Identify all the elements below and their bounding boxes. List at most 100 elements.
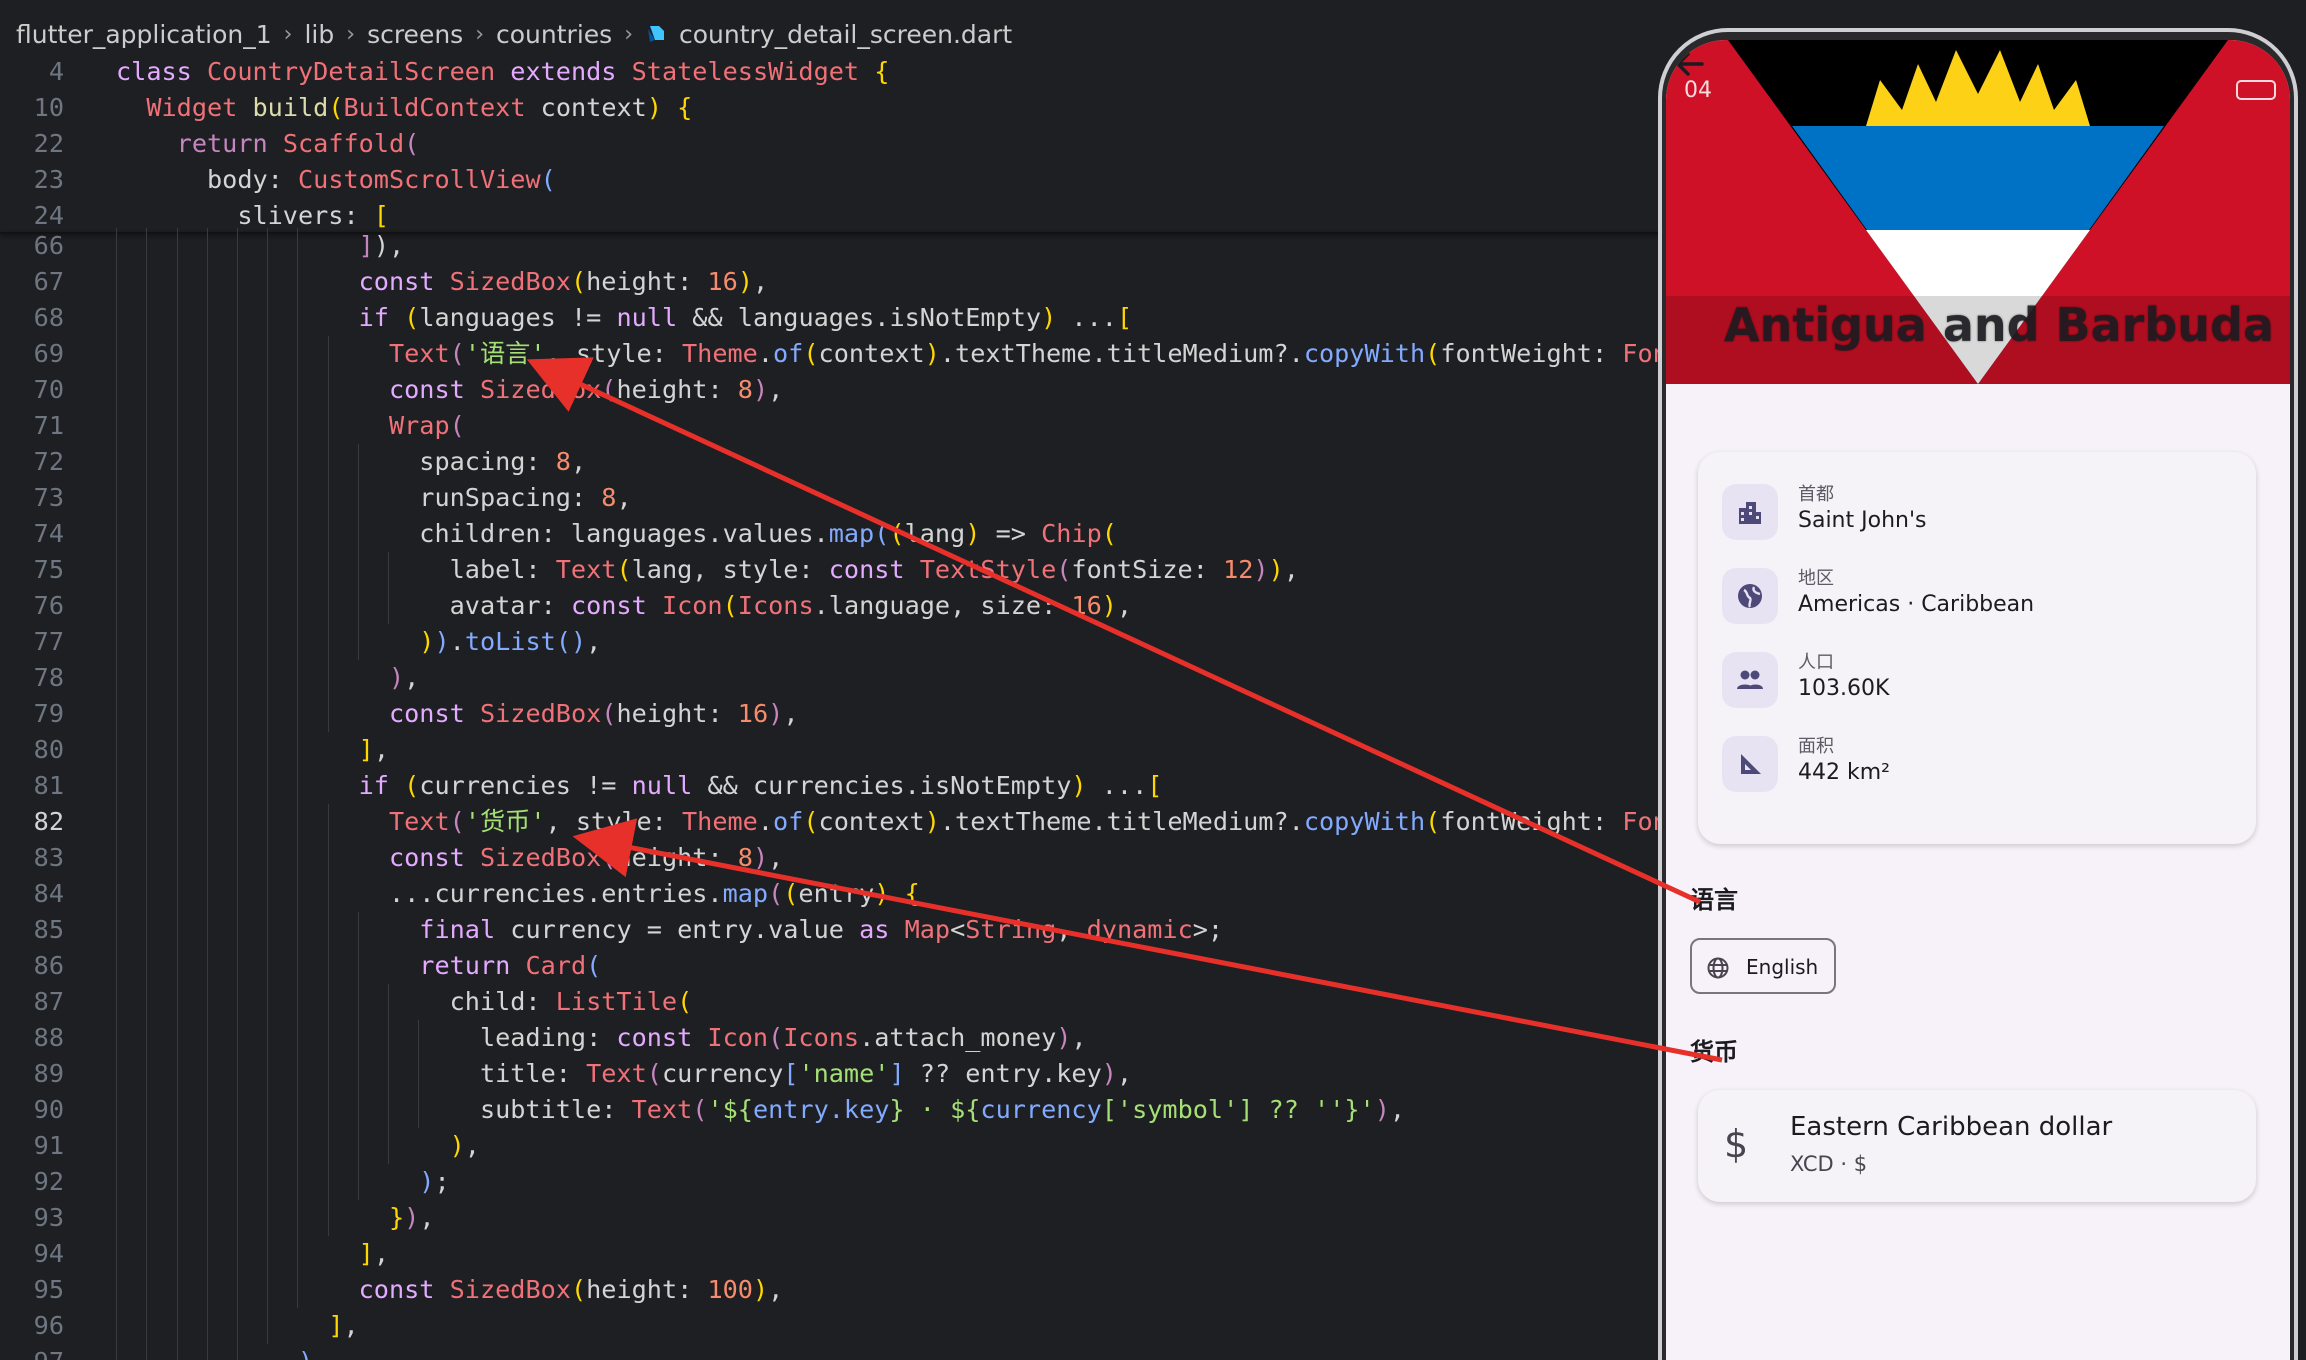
language-chip-label: English bbox=[1746, 955, 1819, 979]
code-line[interactable]: 89 title: Text(currency['name'] ?? entry… bbox=[0, 1056, 1660, 1092]
code-line[interactable]: 83 const SizedBox(height: 8), bbox=[0, 840, 1660, 876]
code-text[interactable]: ]), bbox=[116, 228, 405, 264]
code-line[interactable]: 81 if (currencies != null && currencies.… bbox=[0, 768, 1660, 804]
code-line[interactable]: 96 ], bbox=[0, 1308, 1660, 1344]
code-text[interactable]: runSpacing: 8, bbox=[116, 480, 631, 516]
code-text[interactable]: title: Text(currency['name'] ?? entry.ke… bbox=[116, 1056, 1132, 1092]
code-text[interactable]: ), bbox=[116, 1344, 328, 1360]
currency-card[interactable]: $ Eastern Caribbean dollar XCD · $ bbox=[1698, 1090, 2256, 1202]
code-line[interactable]: 76 avatar: const Icon(Icons.language, si… bbox=[0, 588, 1660, 624]
code-text[interactable]: spacing: 8, bbox=[116, 444, 586, 480]
sticky-line[interactable]: 22 return Scaffold( bbox=[0, 126, 1660, 162]
line-number: 93 bbox=[33, 1203, 64, 1232]
code-text[interactable]: body: CustomScrollView( bbox=[116, 162, 556, 198]
code-text[interactable]: label: Text(lang, style: const TextStyle… bbox=[116, 552, 1299, 588]
line-number: 84 bbox=[33, 879, 64, 908]
code-text[interactable]: const SizedBox(height: 100), bbox=[116, 1272, 784, 1308]
code-line[interactable]: 70 const SizedBox(height: 8), bbox=[0, 372, 1660, 408]
chevron-right-icon: › bbox=[475, 21, 485, 47]
code-line[interactable]: 68 if (languages != null && languages.is… bbox=[0, 300, 1660, 336]
sticky-line[interactable]: 10 Widget build(BuildContext context) { bbox=[0, 90, 1660, 126]
code-line[interactable]: 79 const SizedBox(height: 16), bbox=[0, 696, 1660, 732]
code-text[interactable]: if (currencies != null && currencies.isN… bbox=[116, 768, 1163, 804]
code-text[interactable]: }), bbox=[116, 1200, 435, 1236]
sticky-line[interactable]: 4 class CountryDetailScreen extends State… bbox=[0, 54, 1660, 90]
code-text[interactable]: if (languages != null && languages.isNot… bbox=[116, 300, 1132, 336]
line-number: 82 bbox=[33, 807, 64, 836]
code-text[interactable]: ), bbox=[116, 1128, 480, 1164]
code-text[interactable]: avatar: const Icon(Icons.language, size:… bbox=[116, 588, 1132, 624]
code-editor[interactable]: flutter_application_1 › lib › screens › … bbox=[0, 0, 1680, 1360]
code-text[interactable]: ], bbox=[116, 732, 389, 768]
code-line[interactable]: 85 final currency = entry.value as Map<S… bbox=[0, 912, 1660, 948]
currency-subtitle: XCD · $ bbox=[1790, 1152, 1868, 1176]
line-number: 4 bbox=[48, 57, 64, 86]
code-text[interactable]: Widget build(BuildContext context) { bbox=[116, 90, 692, 126]
code-text[interactable]: const SizedBox(height: 16), bbox=[116, 696, 799, 732]
code-line[interactable]: 67 const SizedBox(height: 16), bbox=[0, 264, 1660, 300]
code-line[interactable]: 91 ), bbox=[0, 1128, 1660, 1164]
line-number: 96 bbox=[33, 1311, 64, 1340]
code-text[interactable]: return Card( bbox=[116, 948, 601, 984]
code-text[interactable]: ], bbox=[116, 1236, 389, 1272]
code-line[interactable]: 82 Text('货币', style: Theme.of(context).t… bbox=[0, 804, 1660, 840]
code-text[interactable]: class CountryDetailScreen extends Statel… bbox=[116, 54, 889, 90]
language-chip[interactable]: English bbox=[1690, 938, 1836, 994]
code-text[interactable]: const SizedBox(height: 16), bbox=[116, 264, 769, 300]
code-line[interactable]: 78 ), bbox=[0, 660, 1660, 696]
code-line[interactable]: 69 Text('语言', style: Theme.of(context).t… bbox=[0, 336, 1660, 372]
code-line[interactable]: 94 ], bbox=[0, 1236, 1660, 1272]
code-text[interactable]: ...currencies.entries.map((entry) { bbox=[116, 876, 920, 912]
code-line[interactable]: 73 runSpacing: 8, bbox=[0, 480, 1660, 516]
code-text[interactable]: const SizedBox(height: 8), bbox=[116, 840, 783, 876]
code-text[interactable]: Wrap( bbox=[116, 408, 465, 444]
code-line[interactable]: 92 ); bbox=[0, 1164, 1660, 1200]
area-icon bbox=[1722, 736, 1778, 792]
code-line[interactable]: 87 child: ListTile( bbox=[0, 984, 1660, 1020]
line-number: 85 bbox=[33, 915, 64, 944]
code-text[interactable]: ); bbox=[116, 1164, 449, 1200]
code-text[interactable]: leading: const Icon(Icons.attach_money), bbox=[116, 1020, 1087, 1056]
code-text[interactable]: child: ListTile( bbox=[116, 984, 693, 1020]
breadcrumb-item-file[interactable]: country_detail_screen.dart bbox=[679, 20, 1012, 49]
code-text[interactable]: Text('语言', style: Theme.of(context).text… bbox=[116, 336, 1660, 372]
people-icon bbox=[1722, 652, 1778, 708]
code-line[interactable]: 90 subtitle: Text('${entry.key} · ${curr… bbox=[0, 1092, 1660, 1128]
code-text[interactable]: ), bbox=[116, 660, 419, 696]
phone-screen[interactable]: 04 Antigua and Barbuda 首都 Saint John's 地… bbox=[1666, 40, 2290, 1360]
country-title: Antigua and Barbuda bbox=[1723, 298, 2274, 352]
code-text[interactable]: )).toList(), bbox=[116, 624, 601, 660]
code-line[interactable]: 86 return Card( bbox=[0, 948, 1660, 984]
breadcrumb-item-project[interactable]: flutter_application_1 bbox=[16, 20, 272, 49]
code-line[interactable]: 72 spacing: 8, bbox=[0, 444, 1660, 480]
code-text[interactable]: final currency = entry.value as Map<Stri… bbox=[116, 912, 1223, 948]
line-number: 97 bbox=[0, 1344, 64, 1360]
line-number: 90 bbox=[33, 1095, 64, 1124]
breadcrumb-item-countries[interactable]: countries bbox=[496, 20, 612, 49]
code-text[interactable]: subtitle: Text('${entry.key} · ${currenc… bbox=[116, 1092, 1405, 1128]
code-text[interactable]: Text('货币', style: Theme.of(context).text… bbox=[116, 804, 1660, 840]
code-line[interactable]: 74 children: languages.values.map((lang)… bbox=[0, 516, 1660, 552]
info-row-population: 人口 103.60K bbox=[1722, 646, 2232, 716]
code-line[interactable]: 71 Wrap( bbox=[0, 408, 1660, 444]
code-line[interactable]: 93 }), bbox=[0, 1200, 1660, 1236]
breadcrumb-item-lib[interactable]: lib bbox=[304, 20, 334, 49]
line-number: 92 bbox=[33, 1167, 64, 1196]
chevron-right-icon: › bbox=[346, 21, 356, 47]
code-line[interactable]: 77 )).toList(), bbox=[0, 624, 1660, 660]
breadcrumb-item-screens[interactable]: screens bbox=[367, 20, 463, 49]
code-text[interactable]: return Scaffold( bbox=[116, 126, 420, 162]
code-text[interactable]: children: languages.values.map((lang) =>… bbox=[116, 516, 1117, 552]
code-text[interactable]: ], bbox=[116, 1308, 358, 1344]
code-line[interactable]: 84 ...currencies.entries.map((entry) { bbox=[0, 876, 1660, 912]
code-line[interactable]: 75 label: Text(lang, style: const TextSt… bbox=[0, 552, 1660, 588]
code-line[interactable]: 66 ]), bbox=[0, 228, 1660, 264]
code-text[interactable]: const SizedBox(height: 8), bbox=[116, 372, 783, 408]
sticky-line[interactable]: 23 body: CustomScrollView( bbox=[0, 162, 1660, 198]
code-line[interactable]: 80 ], bbox=[0, 732, 1660, 768]
code-line[interactable]: 88 leading: const Icon(Icons.attach_mone… bbox=[0, 1020, 1660, 1056]
code-line[interactable]: 97 ), bbox=[0, 1344, 1660, 1360]
code-line[interactable]: 95 const SizedBox(height: 100), bbox=[0, 1272, 1660, 1308]
back-arrow-icon[interactable] bbox=[1666, 40, 1714, 88]
area-value: 442 km² bbox=[1798, 760, 1890, 785]
